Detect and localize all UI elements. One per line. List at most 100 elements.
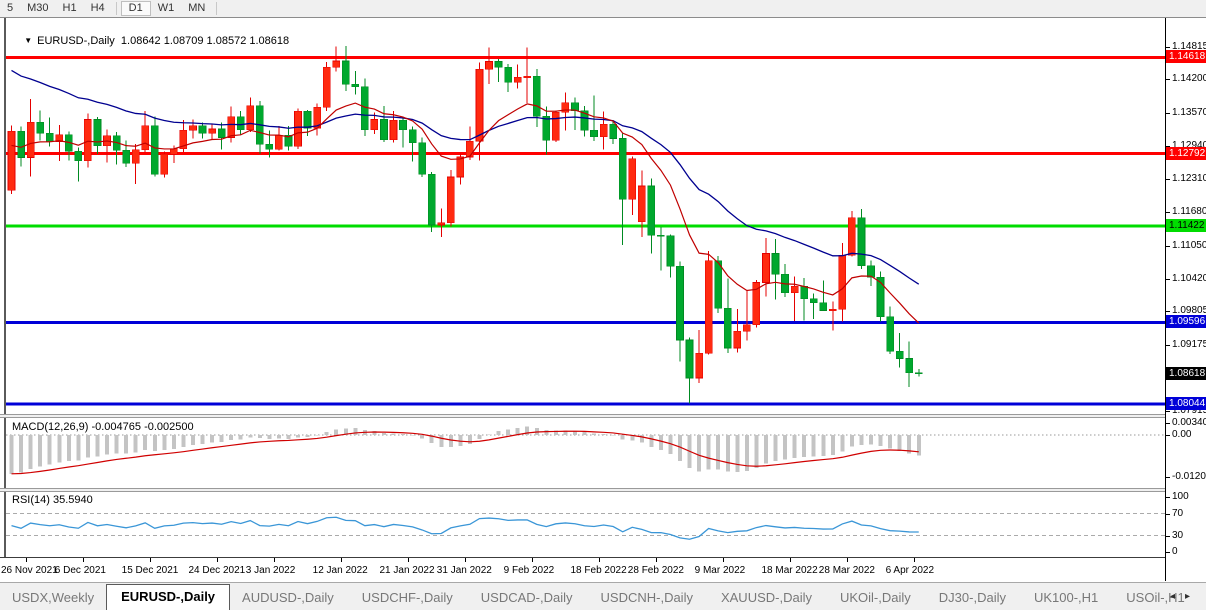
horizontal-level-line[interactable] [6,152,1165,155]
axis-tick [1166,79,1170,80]
macd-scale-label: 0.00 [1172,429,1191,440]
axis-tick [1166,536,1170,537]
symbol-tab-usdx[interactable]: USDX,Weekly [0,585,106,610]
symbol-tab-usdcad[interactable]: USDCAD-,Daily [469,585,585,610]
date-axis[interactable]: 26 Nov 20216 Dec 2021 15 Dec 2021 24 Dec 2… [0,557,1165,583]
price-axis-label: 1.11050 [1172,240,1206,251]
date-tick [847,558,848,562]
axis-tick [1166,497,1170,498]
symbol-tab-dj30[interactable]: DJ30-,Daily [927,585,1018,610]
symbol-tab-audusd[interactable]: AUDUSD-,Daily [230,585,346,610]
price-level-badge: 1.14618 [1166,50,1206,63]
symbol-tab-ukoil[interactable]: UKOil-,Daily [828,585,923,610]
rsi-scale-label: 0 [1172,546,1178,557]
macd-scale-label: -0.01205 [1172,471,1206,482]
toolbar-divider [116,2,117,15]
price-axis-label: 1.12310 [1172,173,1206,184]
axis-tick [1166,552,1170,553]
date-tick [217,558,218,562]
axis-tick [1166,279,1170,280]
price-axis[interactable]: 1.148151.142001.135701.129401.123101.116… [1166,18,1206,581]
date-tick [408,558,409,562]
horizontal-level-line[interactable] [6,224,1165,227]
rsi-scale-label: 100 [1172,491,1189,502]
macd-signal-line [12,431,919,474]
symbol-tab-eurusd[interactable]: EURUSD-,Daily [106,584,230,610]
axis-tick [1166,246,1170,247]
horizontal-level-line[interactable] [6,321,1165,324]
date-tick [465,558,466,562]
date-axis-label: 28 Mar 2022 [819,565,875,576]
symbol-tab-usdchf[interactable]: USDCHF-,Daily [350,585,465,610]
axis-tick [1166,411,1170,412]
ma-slow-line [12,70,919,284]
date-tick [790,558,791,562]
current-price-badge: 1.08618 [1166,367,1206,380]
macd-scale-label: 0.003408 [1172,417,1206,428]
date-axis-label: 18 Feb 2022 [571,565,627,576]
axis-tick [1166,423,1170,424]
timeframe-button-d1[interactable]: D1 [121,1,151,16]
symbol-tab-xauusd[interactable]: XAUUSD-,Daily [709,585,824,610]
timeframe-button-h1[interactable]: H1 [56,1,84,16]
symbol-tab-hk50[interactable]: HK50-,H1 [1201,585,1206,610]
price-level-badge: 1.12792 [1166,147,1206,160]
price-axis-label: 1.13570 [1172,107,1206,118]
date-tick [532,558,533,562]
tab-scroll-left-icon[interactable]: ◂ [1170,591,1185,602]
date-axis-label: 15 Dec 2021 [122,565,179,576]
symbol-tab-usdcnh[interactable]: USDCNH-,Daily [589,585,705,610]
date-axis-label: 12 Jan 2022 [313,565,368,576]
date-axis-label: 3 Jan 2022 [246,565,296,576]
price-axis-label: 1.10420 [1172,273,1206,284]
date-tick [274,558,275,562]
axis-tick [1166,345,1170,346]
axis-tick [1166,212,1170,213]
date-axis-label: 6 Dec 2021 [55,565,106,576]
date-axis-label: 28 Feb 2022 [628,565,684,576]
chart-ohlc-values: 1.08642 1.08709 1.08572 1.08618 [121,35,289,47]
price-axis-label: 1.14200 [1172,73,1206,84]
date-tick [341,558,342,562]
rsi-scale-label: 70 [1172,508,1183,519]
trading-platform-window: 5M30H1H4 D1W1MN ▼ EURUSD-,Daily 1.08642 1.… [0,0,1206,610]
date-tick [26,558,27,562]
date-axis-label: 18 Mar 2022 [762,565,818,576]
date-axis-label: 9 Feb 2022 [504,565,555,576]
timeframe-button-h4[interactable]: H4 [84,1,112,16]
price-level-badge: 1.11422 [1166,219,1206,232]
rsi-scale-label: 30 [1172,530,1183,541]
date-axis-label: 24 Dec 2021 [189,565,246,576]
timeframe-toolbar: 5M30H1H4 D1W1MN [0,0,1206,18]
axis-tick [1166,179,1170,180]
chart-title: EURUSD-,Daily [37,35,115,47]
timeframe-button-m30[interactable]: M30 [20,1,55,16]
price-axis-label: 1.11680 [1172,206,1206,217]
tab-scroll-right-icon[interactable]: ▸ [1185,591,1200,602]
symbol-tab-uk100[interactable]: UK100-,H1 [1022,585,1110,610]
axis-tick [1166,47,1170,48]
price-chart-pane[interactable] [6,19,1165,414]
axis-tick [1166,435,1170,436]
timeframe-button-5[interactable]: 5 [0,1,20,16]
chart-dropdown-icon: ▼ [24,36,32,45]
chart-legend: ▼ EURUSD-,Daily 1.08642 1.08709 1.08572 1… [12,23,289,59]
date-tick [599,558,600,562]
axis-tick [1166,311,1170,312]
date-tick [83,558,84,562]
rsi-pane[interactable] [6,492,1165,557]
price-level-badge: 1.09596 [1166,315,1206,328]
horizontal-level-line[interactable] [6,403,1165,406]
rsi-label: RSI(14) 35.5940 [12,494,93,506]
date-axis-label: 6 Apr 2022 [886,565,934,576]
price-level-badge: 1.08044 [1166,397,1206,410]
date-tick [914,558,915,562]
date-axis-label: 26 Nov 2021 [1,565,58,576]
timeframe-button-mn[interactable]: MN [181,1,212,16]
date-tick [150,558,151,562]
axis-tick [1166,514,1170,515]
symbol-tab-bar: USDX,WeeklyEURUSD-,DailyAUDUSD-,DailyUSD… [0,582,1206,610]
toolbar-divider [216,2,217,15]
timeframe-button-w1[interactable]: W1 [151,1,182,16]
axis-tick [1166,477,1170,478]
